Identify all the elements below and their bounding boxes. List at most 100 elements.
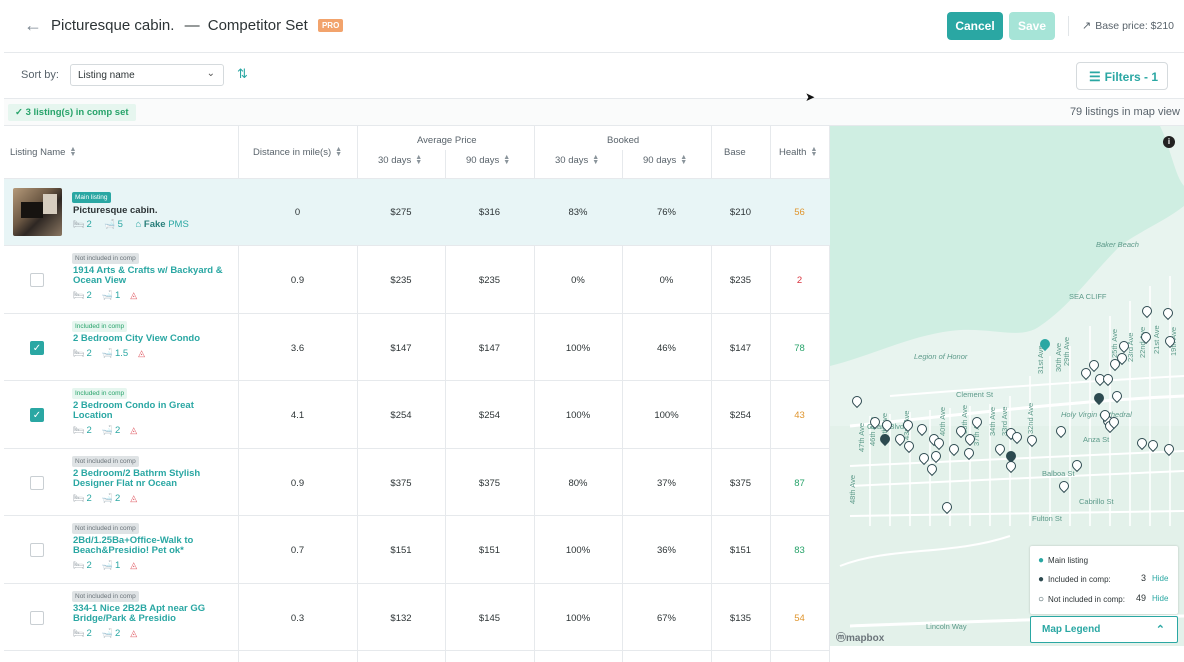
booked-90-cell: 67% (656, 612, 676, 624)
pms-label: ⌂ Fake PMS (136, 219, 189, 230)
map-legend-panel: ● Main listing ● Included in comp: 3 Hide … (1030, 546, 1178, 614)
distance-cell: 0.9 (290, 275, 305, 286)
legend-not-included: ○ Not included in comp: (1038, 594, 1125, 605)
map-label: 47th Ave (857, 422, 866, 452)
base-cell: $151 (729, 545, 752, 556)
airbnb-icon: ◬ (130, 425, 138, 435)
photo-piano (21, 202, 43, 218)
beds-count: 2 (86, 627, 92, 639)
map-label: Cabrillo St (1079, 497, 1114, 506)
header-avg-30[interactable]: 30 days ▲ ▼ (378, 154, 423, 166)
header-avg-90-label: 90 days (466, 155, 500, 166)
map-label: Lincoln Way (926, 622, 967, 631)
avg-30-cell: $375 (390, 477, 412, 489)
sort-label: Sort by: (21, 69, 59, 81)
save-button[interactable]: Save (1009, 12, 1055, 40)
legend-included-count: 3 (1141, 573, 1147, 583)
map-legend-toggle[interactable]: Map Legend ⌃ (1030, 616, 1178, 643)
listing-title: Picturesque cabin. (51, 17, 175, 34)
legend-not-included-label: Not included in comp: (1048, 595, 1125, 604)
sort-icon: ▲ ▼ (415, 154, 423, 166)
map-label: Fulton St (1032, 514, 1063, 523)
airbnb-icon: ◬ (130, 627, 138, 638)
table-row[interactable]: ✓ Included in comp 2 Bedroom City View Con… (4, 314, 830, 382)
listing-name-link[interactable]: 2Bd/1.25Ba+Office-Walk to Beach&Presidio… (73, 536, 233, 556)
table-row[interactable]: Not included in comp 2Bd/1.25Ba+Office-Wa… (4, 516, 830, 584)
avg-30-cell: $254 (390, 410, 412, 421)
comp-status-tag: Not included in comp (72, 523, 139, 534)
comp-status-tag: Not included in comp (72, 253, 139, 264)
listing-meta: 🛏 2 🛁 2 ◬ (73, 493, 137, 504)
info-icon[interactable]: i (1163, 136, 1175, 148)
listing-name-link[interactable]: 2 Bedroom/2 Bathrm Stylish Designer Flat… (73, 468, 233, 489)
beds-count: 2 (86, 492, 92, 504)
map-view[interactable]: Baker Beach SEA CLIFF Legion of Honor Cleme… (830, 126, 1184, 646)
bed-icon: 🛏 (73, 347, 85, 358)
map-label: Anza St (1083, 435, 1110, 444)
table-row[interactable]: Not included in comp 2 Bedroom/2 Bathrm S… (4, 449, 830, 517)
header-booked-30[interactable]: 30 days ▲ ▼ (555, 154, 599, 166)
header-booked-90[interactable]: 90 days ▲ ▼ (643, 154, 688, 166)
listing-photo (13, 188, 62, 236)
mapbox-logo: ⓜmapbox (836, 633, 885, 644)
land-area (1160, 126, 1184, 186)
avg-30-cell: $151 (390, 545, 412, 556)
base-price-link[interactable]: ↗ Base price: $210 (1082, 19, 1174, 32)
map-label: Balboa St (1042, 469, 1075, 478)
listing-name-link[interactable]: 2 Bedroom City View Condo (73, 333, 233, 344)
comp-set-bar: ✓ 3 listing(s) in comp set 79 listings i… (4, 99, 1184, 126)
bed-icon: 🛏 (73, 627, 85, 638)
avg-30-cell: $235 (390, 275, 412, 286)
header-listing-name[interactable]: Listing Name ▲ ▼ (10, 146, 76, 158)
base-cell: $147 (729, 342, 752, 354)
listing-name-link[interactable]: 334-1 Nice 2B2B Apt near GG Bridge/Park … (73, 603, 233, 624)
bath-icon: 🛁 (101, 627, 113, 638)
listing-meta: 🛏 2 🛁 1 ◬ (73, 560, 137, 571)
map-label: 21st Ave (1152, 325, 1161, 354)
hide-not-included-link[interactable]: Hide (1152, 594, 1168, 603)
header-base-label: Base (724, 147, 746, 158)
bath-icon: 🛁 (101, 347, 113, 358)
include-checkbox[interactable]: ✓ (30, 340, 44, 355)
booked-90-cell: 37% (656, 477, 676, 489)
include-checkbox[interactable]: ✓ (30, 408, 44, 422)
header-average-price: Average Price (417, 135, 477, 146)
row-divider (4, 650, 830, 651)
header-health[interactable]: Health ▲ ▼ (779, 146, 817, 158)
hide-included-link[interactable]: Hide (1152, 574, 1168, 583)
include-checkbox[interactable] (30, 610, 44, 625)
arrow-left-icon[interactable]: ← (24, 15, 42, 36)
base-cell: $135 (729, 612, 752, 624)
table-row[interactable]: Not included in comp 1914 Arts & Crafts w… (4, 246, 830, 314)
sort-icon: ▲ ▼ (503, 154, 511, 166)
booked-90-cell: 0% (659, 275, 674, 286)
beds-count: 2 (86, 347, 92, 359)
bath-icon: 🛁 (101, 425, 113, 435)
header-distance[interactable]: Distance in mile(s) ▲ ▼ (253, 146, 342, 158)
header-booked-90-label: 90 days (643, 155, 677, 166)
include-checkbox[interactable] (30, 475, 44, 490)
listing-name-link[interactable]: 1914 Arts & Crafts w/ Backyard & Ocean V… (73, 266, 233, 286)
avg-30-cell: $132 (390, 612, 412, 624)
include-checkbox[interactable] (30, 543, 44, 557)
table-row[interactable]: Not included in comp 334-1 Nice 2B2B Apt … (4, 584, 830, 652)
header-base[interactable]: Base (724, 147, 746, 158)
sort-direction-icon[interactable]: ⇅ (237, 66, 248, 82)
beds-count: 2 (86, 425, 92, 436)
sort-select[interactable]: Listing name ⌄ (70, 64, 224, 86)
include-checkbox[interactable] (30, 273, 44, 287)
map-pin-outline-icon: ○ (1038, 594, 1045, 605)
main-listing-row: Main listing Picturesque cabin. 🛏 2 🛁 5 ⌂ … (4, 179, 830, 245)
sort-icon: ▲ ▼ (680, 154, 688, 166)
arrow-up-right-icon: ↗ (1082, 20, 1092, 32)
cancel-button[interactable]: Cancel (947, 12, 1003, 40)
filters-button[interactable]: ☰ Filters - 1 (1076, 62, 1168, 90)
health-cell: 43 (794, 410, 805, 421)
listing-name-link[interactable]: 2 Bedroom Condo in Great Location (73, 401, 233, 421)
table-row[interactable]: ✓ Included in comp 2 Bedroom Condo in Grea… (4, 381, 830, 449)
map-label: 32nd Ave (1026, 402, 1035, 434)
distance-cell: 0.9 (290, 477, 305, 489)
header-avg-90[interactable]: 90 days ▲ ▼ (466, 154, 511, 166)
home-icon: ⌂ (135, 219, 142, 230)
comp-set-count: 3 listing(s) in comp set (25, 107, 129, 118)
